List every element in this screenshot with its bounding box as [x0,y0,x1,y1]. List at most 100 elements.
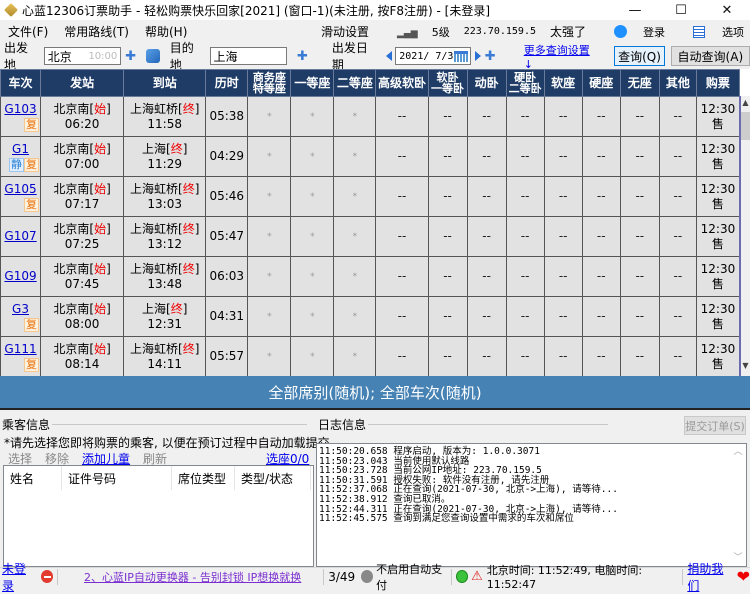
donate-link[interactable]: 捐助我们 [687,560,731,594]
train-row[interactable]: G107 北京南[始] 07:25 上海虹桥[终] 13:12 05:47 * * * -- -- -… [0,216,741,257]
login-button[interactable]: 登录 [600,24,665,40]
seat-availability-cell[interactable]: -- [658,296,697,337]
to-station-input[interactable]: 上海 [209,47,287,65]
train-number-link[interactable]: G111 [4,342,36,356]
close-button[interactable]: ✕ [704,0,750,20]
seat-availability-cell[interactable]: -- [427,96,468,137]
seat-availability-cell[interactable]: -- [505,256,545,297]
menu-file[interactable]: 文件(F) [0,23,56,40]
train-number-cell[interactable]: G109 [0,256,42,297]
purchase-cell[interactable]: 12:30售 [695,216,741,257]
seat-availability-cell[interactable]: -- [543,176,583,217]
auto-pay-toggle[interactable]: 不启用自动支付 [376,561,447,593]
prev-date-arrow[interactable] [386,51,393,61]
purchase-cell[interactable]: 12:30售 [695,136,741,177]
seat-availability-cell[interactable]: * [290,96,335,137]
column-header[interactable]: 高级软卧 [375,69,429,97]
seat-availability-cell[interactable]: -- [543,96,583,137]
log-scroll-down-icon[interactable]: ﹀ [730,554,746,564]
seat-availability-cell[interactable]: -- [543,216,583,257]
train-number-cell[interactable]: G111 复 [0,336,42,376]
column-header[interactable]: 商务座 特等座 [247,69,292,97]
seat-availability-cell[interactable]: * [290,296,335,337]
train-row[interactable]: G109 北京南[始] 07:45 上海虹桥[终] 13:48 06:03 * * * -- -- -… [0,256,741,297]
column-header[interactable]: 其他 [658,69,697,97]
next-date-arrow[interactable] [474,51,481,61]
seat-train-selection-bar[interactable]: 全部席别(随机); 全部车次(随机) [0,376,750,410]
column-header[interactable]: 软卧 一等卧 [427,69,468,97]
scroll-down-icon[interactable]: ▼ [741,361,750,370]
col-seat-type[interactable]: 席位类型 [172,466,235,490]
seat-availability-cell[interactable]: -- [427,136,468,177]
seat-availability-cell[interactable]: * [290,176,335,217]
seat-availability-cell[interactable]: -- [375,336,429,376]
seat-availability-cell[interactable]: * [333,256,377,297]
seat-availability-cell[interactable]: -- [466,256,507,297]
menu-help[interactable]: 帮助(H) [137,23,195,40]
seat-availability-cell[interactable]: * [247,296,292,337]
seat-availability-cell[interactable]: -- [658,176,697,217]
seat-availability-cell[interactable]: -- [658,96,697,137]
seat-availability-cell[interactable]: -- [658,256,697,297]
purchase-cell[interactable]: 12:30售 [695,296,741,337]
seat-availability-cell[interactable]: * [333,216,377,257]
seat-availability-cell[interactable]: -- [427,176,468,217]
seat-availability-cell[interactable]: -- [505,296,545,337]
ad-link[interactable]: 2、心蓝IP自动更换器 - 告别封锁 IP想换就换 [84,569,301,585]
seat-availability-cell[interactable]: * [333,296,377,337]
seat-availability-cell[interactable]: -- [581,216,621,257]
seat-availability-cell[interactable]: * [333,136,377,177]
column-header[interactable]: 动卧 [466,69,507,97]
seat-availability-cell[interactable]: -- [619,336,660,376]
train-row[interactable]: G111 复北京南[始] 08:14 上海虹桥[终] 14:11 05:57 * * * -- --… [0,336,741,376]
seat-availability-cell[interactable]: * [333,176,377,217]
train-number-cell[interactable]: G107 [0,216,42,257]
col-type-status[interactable]: 类型/状态 [235,466,311,490]
seat-availability-cell[interactable]: -- [619,296,660,337]
date-input[interactable]: 2021/ 7/30 [395,47,471,65]
train-number-link[interactable]: G103 [4,102,36,116]
seat-availability-cell[interactable]: * [290,256,335,297]
log-box[interactable]: 11:50:20.658 程序启动, 版本为: 1.0.0.3071 11:50:… [316,443,747,567]
options-button[interactable]: 选项 [679,24,744,40]
column-header[interactable]: 购票 [695,69,741,97]
seat-availability-cell[interactable]: -- [543,296,583,337]
column-header[interactable]: 二等座 [333,69,377,97]
train-row[interactable]: G1 静复北京南[始] 07:00 上海[终] 11:29 04:29 * * * -- -- -- -… [0,136,741,177]
heart-icon[interactable]: ❤ [737,567,750,586]
seat-availability-cell[interactable]: -- [505,216,545,257]
seat-availability-cell[interactable]: -- [375,256,429,297]
column-header[interactable]: 车次 [0,69,42,97]
column-header[interactable]: 无座 [619,69,660,97]
passenger-list[interactable]: 姓名 证件号码 席位类型 类型/状态 [3,465,314,567]
table-scrollbar[interactable]: ▲ ▼ [739,96,750,376]
seat-availability-cell[interactable]: * [333,96,377,137]
train-row[interactable]: G105 复北京南[始] 07:17 上海虹桥[终] 13:03 05:46 * * * -- --… [0,176,741,217]
menu-routes[interactable]: 常用路线(T) [56,23,137,40]
calendar-icon[interactable] [453,50,468,62]
seat-availability-cell[interactable]: -- [375,216,429,257]
column-header[interactable]: 发站 [40,69,125,97]
seat-availability-cell[interactable]: -- [543,136,583,177]
seat-availability-cell[interactable]: -- [619,176,660,217]
seat-availability-cell[interactable]: -- [466,216,507,257]
seat-availability-cell[interactable]: -- [427,216,468,257]
col-name[interactable]: 姓名 [4,466,62,490]
purchase-cell[interactable]: 12:30售 [695,96,741,137]
seat-availability-cell[interactable]: -- [375,136,429,177]
seat-availability-cell[interactable]: * [247,336,292,376]
seat-availability-cell[interactable]: -- [427,336,468,376]
seat-availability-cell[interactable]: -- [658,336,697,376]
seat-availability-cell[interactable]: -- [375,96,429,137]
column-header[interactable]: 软座 [543,69,583,97]
minimize-button[interactable]: — [612,0,658,20]
seat-availability-cell[interactable]: -- [505,136,545,177]
seat-availability-cell[interactable]: -- [658,216,697,257]
column-header[interactable]: 一等座 [290,69,335,97]
purchase-cell[interactable]: 12:30售 [695,336,741,376]
swap-stations-icon[interactable] [146,49,160,63]
train-number-link[interactable]: G3 [12,302,29,316]
login-status-link[interactable]: 未登录 [2,560,35,594]
train-number-cell[interactable]: G105 复 [0,176,42,217]
seat-availability-cell[interactable]: -- [581,96,621,137]
